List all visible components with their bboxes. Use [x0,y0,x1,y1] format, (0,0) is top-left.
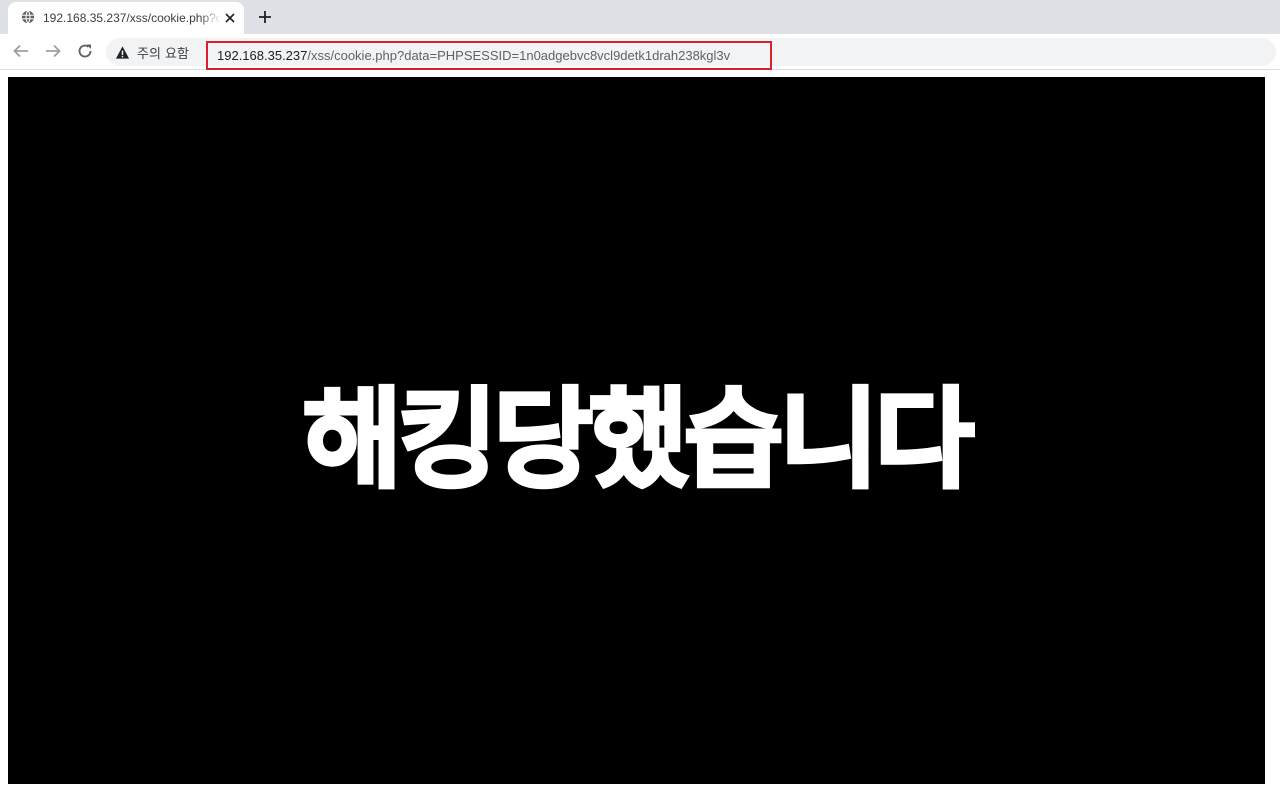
tab-title: 192.168.35.237/xss/cookie.php?data=PHPSE… [43,11,221,25]
security-label: 주의 요함 [137,46,189,62]
url-host: 192.168.35.237 [217,48,308,63]
plus-icon [259,11,271,23]
address-bar[interactable]: 주의 요함 192.168.35.237/xss/cookie.php?data… [106,38,1276,70]
page-content: 해킹당했습니다 [8,77,1265,784]
url-path: /xss/cookie.php?data=PHPSESSID=1n0adgebv… [307,48,731,63]
warning-triangle-icon [115,45,130,59]
hacked-message: 해킹당했습니다 [301,376,977,505]
reload-button[interactable] [73,39,97,63]
url-text[interactable]: 192.168.35.237/xss/cookie.php?data=PHPSE… [206,41,772,70]
security-indicator[interactable]: 주의 요함 [115,38,189,66]
reload-icon [78,44,92,58]
close-tab-button[interactable] [222,10,238,26]
arrow-right-icon [46,44,61,58]
globe-icon [21,10,35,24]
forward-button[interactable] [41,39,65,63]
new-tab-button[interactable] [254,6,276,28]
close-icon [225,13,235,23]
browser-toolbar: 주의 요함 192.168.35.237/xss/cookie.php?data… [0,34,1280,70]
tab-strip: 192.168.35.237/xss/cookie.php?data=PHPSE… [0,0,1280,34]
arrow-left-icon [13,44,28,58]
browser-tab[interactable]: 192.168.35.237/xss/cookie.php?data=PHPSE… [8,2,244,34]
back-button[interactable] [9,39,33,63]
